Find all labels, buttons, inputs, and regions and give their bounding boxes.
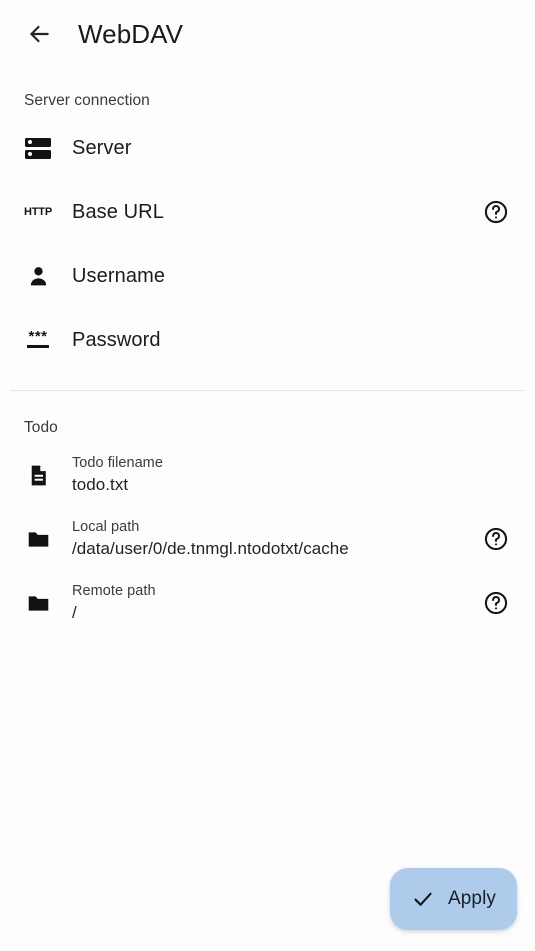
page-title: WebDAV	[78, 18, 184, 49]
list-item-todo-filename-label: Todo filename	[72, 455, 163, 472]
person-icon	[22, 260, 54, 292]
list-item-password-label: Password	[72, 328, 161, 351]
folder-icon	[22, 523, 54, 555]
list-item-local-path-body: Local path /data/user/0/de.tnmgl.ntodotx…	[72, 518, 469, 560]
help-circle-icon	[483, 199, 509, 225]
server-connection-list: Server HTTP Base URL Username *** Passwo…	[0, 116, 535, 372]
list-item-password[interactable]: *** Password	[0, 308, 535, 372]
list-item-base-url[interactable]: HTTP Base URL	[0, 180, 535, 244]
password-icon: ***	[22, 324, 54, 356]
list-item-server[interactable]: Server	[0, 116, 535, 180]
webdav-settings-screen: WebDAV Server connection Server HTTP Bas	[0, 0, 535, 951]
todo-list: Todo filename todo.txt Local path /data/…	[0, 443, 535, 635]
server-icon	[22, 132, 54, 164]
apply-button[interactable]: Apply	[390, 868, 517, 930]
list-item-remote-path[interactable]: Remote path /	[0, 571, 535, 635]
list-item-todo-filename[interactable]: Todo filename todo.txt	[0, 443, 535, 507]
apply-button-label: Apply	[447, 888, 497, 909]
list-item-local-path[interactable]: Local path /data/user/0/de.tnmgl.ntodotx…	[0, 507, 535, 571]
list-item-server-body: Server	[72, 136, 469, 161]
list-item-username[interactable]: Username	[0, 244, 535, 308]
list-item-local-path-label: Local path	[72, 519, 140, 536]
help-circle-icon	[483, 590, 509, 616]
document-icon	[22, 459, 54, 491]
http-icon: HTTP	[24, 206, 52, 218]
list-item-todo-filename-body: Todo filename todo.txt	[72, 454, 469, 496]
list-item-remote-path-label: Remote path	[72, 583, 156, 600]
list-item-local-path-value: /data/user/0/de.tnmgl.ntodotxt/cache	[72, 538, 349, 558]
section-header-todo: Todo	[24, 419, 58, 436]
section-header-server-connection: Server connection	[24, 92, 150, 109]
folder-icon	[22, 587, 54, 619]
list-item-remote-path-body: Remote path /	[72, 582, 469, 624]
list-item-base-url-label: Base URL	[72, 200, 164, 223]
help-button-base-url[interactable]	[479, 195, 513, 229]
list-item-remote-path-value: /	[72, 602, 77, 622]
check-icon	[411, 887, 435, 911]
help-button-local-path[interactable]	[479, 522, 513, 556]
list-item-username-label: Username	[72, 264, 166, 287]
back-button[interactable]	[22, 17, 56, 51]
list-item-todo-filename-value: todo.txt	[72, 474, 129, 494]
list-item-password-body: Password	[72, 328, 469, 353]
help-button-remote-path[interactable]	[479, 586, 513, 620]
app-bar: WebDAV	[0, 0, 535, 68]
list-item-base-url-body: Base URL	[72, 200, 469, 225]
arrow-back-icon	[26, 21, 52, 47]
list-item-username-body: Username	[72, 264, 469, 289]
list-item-server-label: Server	[72, 136, 132, 159]
help-circle-icon	[483, 526, 509, 552]
